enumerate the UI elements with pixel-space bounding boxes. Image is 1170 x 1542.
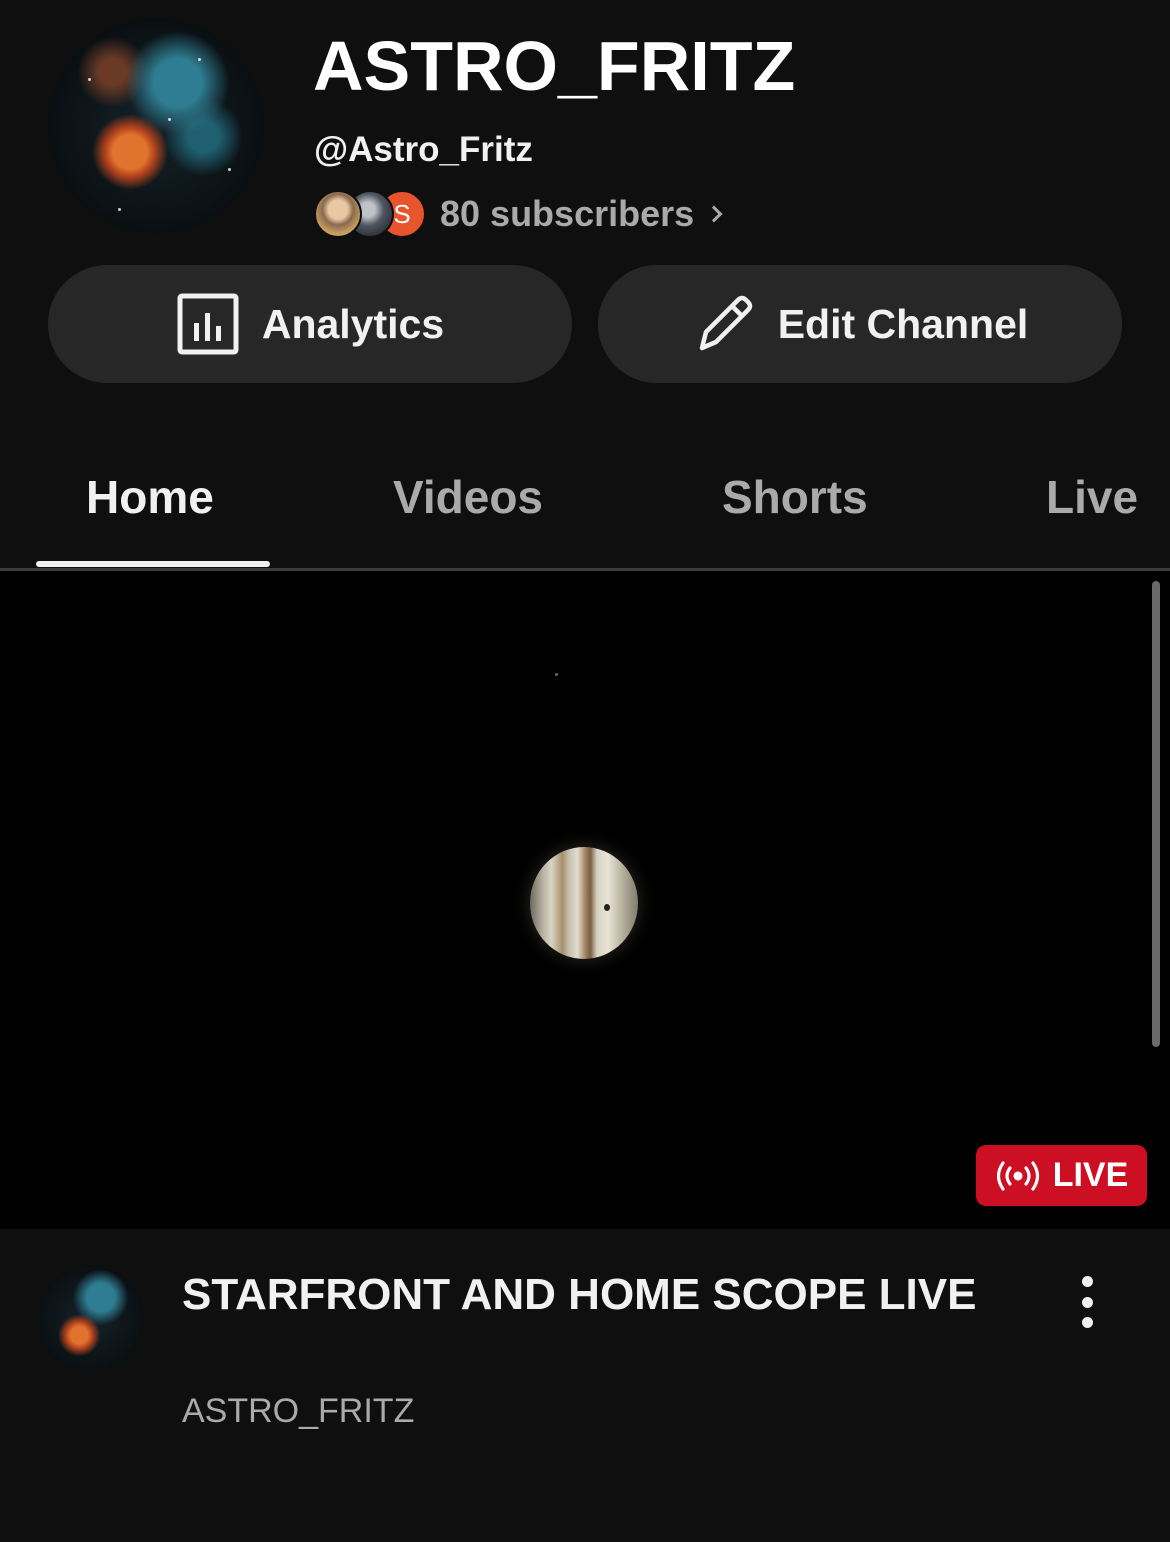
channel-title: ASTRO_FRITZ [313, 27, 796, 105]
chevron-right-icon [705, 205, 723, 223]
edit-channel-label: Edit Channel [777, 300, 1029, 347]
more-vert-icon[interactable] [1066, 1272, 1108, 1332]
subscriber-avatar [314, 190, 362, 238]
tab-home[interactable]: Home [86, 470, 214, 524]
subscribers-row[interactable]: S 80 subscribers [314, 188, 723, 240]
analytics-button[interactable]: Analytics [48, 265, 572, 383]
moon-shadow [604, 904, 610, 911]
channel-avatar[interactable] [48, 18, 264, 234]
subscriber-count: 80 subscribers [440, 193, 723, 235]
live-badge-label: LIVE [1052, 1156, 1129, 1194]
video-title[interactable]: STARFRONT AND HOME SCOPE LIVE [182, 1265, 1002, 1325]
analytics-icon [176, 292, 240, 356]
tab-live[interactable]: Live [1046, 470, 1138, 524]
channel-tabs: Home Videos Shorts Live [0, 440, 1170, 570]
featured-video-thumbnail[interactable]: LIVE [0, 571, 1170, 1229]
subscriber-avatars: S [314, 188, 426, 240]
video-channel-avatar[interactable] [36, 1265, 144, 1373]
active-tab-indicator [36, 561, 270, 567]
more-dot [1081, 1317, 1093, 1328]
subscriber-count-label: 80 subscribers [440, 193, 695, 234]
planet-image [530, 847, 638, 959]
channel-page: ASTRO_FRITZ @Astro_Fritz S 80 subscriber… [0, 0, 1170, 1542]
scrollbar[interactable] [1152, 581, 1160, 1047]
tab-videos[interactable]: Videos [393, 470, 543, 524]
more-dot [1081, 1276, 1093, 1287]
tab-shorts[interactable]: Shorts [722, 470, 868, 524]
live-broadcast-icon [995, 1160, 1041, 1191]
edit-channel-button[interactable]: Edit Channel [598, 265, 1122, 383]
channel-handle: @Astro_Fritz [314, 130, 533, 169]
video-channel-name[interactable]: ASTRO_FRITZ [182, 1392, 414, 1431]
star-speck [555, 673, 558, 676]
pencil-icon [692, 292, 756, 356]
analytics-label: Analytics [261, 300, 445, 347]
live-badge: LIVE [976, 1145, 1147, 1206]
more-dot [1081, 1296, 1093, 1308]
